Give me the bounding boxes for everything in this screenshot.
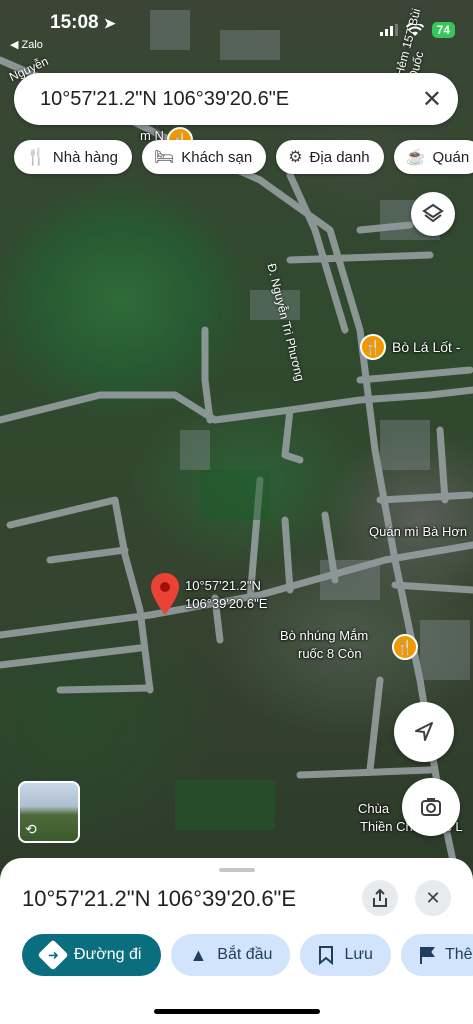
save-label: Lưu: [344, 946, 373, 963]
close-icon: ✕: [425, 887, 441, 908]
status-bar: 15:08 ➤ ◀ Zalo 74: [0, 0, 473, 51]
bottom-sheet[interactable]: 10°57'21.2"N 106°39'20.6"E ✕ ➜ Đường đi …: [0, 858, 473, 1024]
sheet-title: 10°57'21.2"N 106°39'20.6"E: [22, 886, 297, 911]
bookmark-icon: [319, 946, 334, 965]
home-indicator: [154, 1009, 320, 1014]
lens-button[interactable]: [402, 778, 460, 836]
poi-label-chua-1[interactable]: Chùa: [358, 801, 389, 816]
fork-knife-icon: 🍴: [364, 338, 382, 355]
camera-search-icon: [421, 798, 441, 816]
chip-label: Khách sạn: [181, 148, 253, 166]
flag-icon: [419, 947, 435, 964]
location-arrow-icon: ➤: [103, 15, 116, 31]
layers-icon: [422, 203, 444, 223]
action-buttons: ➜ Đường đi ▲ Bắt đầu Lưu Thê: [22, 934, 473, 976]
landmark-icon: ⚙: [288, 149, 303, 166]
poi-label-quan-mi[interactable]: Quán mì Bà Hơn: [369, 524, 467, 539]
save-button[interactable]: Lưu: [300, 934, 391, 976]
my-location-button[interactable]: [394, 702, 454, 762]
red-pin-icon: [151, 573, 179, 615]
coffee-icon: ☕: [405, 149, 426, 166]
poi-label-bo-la-lot[interactable]: Bò Lá Lốt -: [392, 339, 461, 355]
navigation-arrow-icon: [415, 722, 433, 741]
chip-hotels[interactable]: 🛏 Khách sạn: [141, 140, 267, 174]
chip-landmarks[interactable]: ⚙ Địa danh: [276, 140, 384, 174]
clear-search-icon[interactable]: ✕: [422, 85, 442, 114]
share-button[interactable]: [362, 880, 398, 916]
street-view-thumbnail[interactable]: ⟲: [18, 781, 80, 843]
navigation-icon: ▲: [189, 944, 208, 965]
restaurant-pin-bo-nhung[interactable]: 🍴: [392, 634, 418, 660]
status-time: 15:08 ➤: [50, 12, 116, 33]
fork-knife-icon: 🍴: [396, 638, 414, 655]
bed-icon: 🛏: [153, 149, 175, 166]
sheet-drag-handle[interactable]: [219, 868, 255, 872]
pin-lng: 106°39'20.6"E: [185, 596, 268, 611]
layers-button[interactable]: [411, 192, 455, 236]
restaurant-pin-bo-la-lot[interactable]: 🍴: [360, 334, 386, 360]
close-sheet-button[interactable]: ✕: [415, 880, 451, 916]
search-input[interactable]: 10°57'21.2"N 106°39'20.6"E: [40, 88, 289, 111]
category-chips: 🍴 Nhà hàng 🛏 Khách sạn ⚙ Địa danh ☕ Quán: [14, 140, 473, 174]
search-bar[interactable]: 10°57'21.2"N 106°39'20.6"E ✕: [14, 73, 458, 125]
poi-label-bo-nhung-2[interactable]: ruốc 8 Còn: [298, 646, 362, 661]
chip-label: Nhà hàng: [52, 148, 118, 166]
chip-label: Địa danh: [309, 148, 370, 166]
fork-knife-icon: 🍴: [26, 149, 46, 166]
directions-icon: ➜: [37, 939, 69, 971]
back-to-app-link[interactable]: ◀ Zalo: [10, 38, 43, 51]
signal-icon: [379, 24, 398, 36]
poi-label-bo-nhung-1[interactable]: Bò nhúng Mắm: [280, 628, 368, 643]
start-label: Bắt đầu: [217, 946, 273, 963]
chip-label: Quán: [432, 148, 470, 166]
pin-lat: 10°57'21.2"N: [185, 578, 261, 593]
share-icon: [373, 888, 387, 907]
pin-coordinates-label: 10°57'21.2"N 106°39'20.6"E: [185, 577, 267, 613]
chip-cafes[interactable]: ☕ Quán: [393, 140, 473, 174]
wifi-icon: [405, 23, 424, 36]
status-icons: 74: [379, 22, 455, 38]
start-button[interactable]: ▲ Bắt đầu: [171, 934, 291, 976]
battery-indicator: 74: [431, 22, 455, 38]
directions-button[interactable]: ➜ Đường đi: [22, 934, 162, 976]
chip-restaurants[interactable]: 🍴 Nhà hàng: [14, 140, 132, 174]
street-view-icon: ⟲: [25, 821, 37, 837]
more-button[interactable]: Thê: [400, 934, 473, 976]
more-label: Thê: [444, 946, 473, 963]
directions-label: Đường đi: [74, 946, 142, 963]
